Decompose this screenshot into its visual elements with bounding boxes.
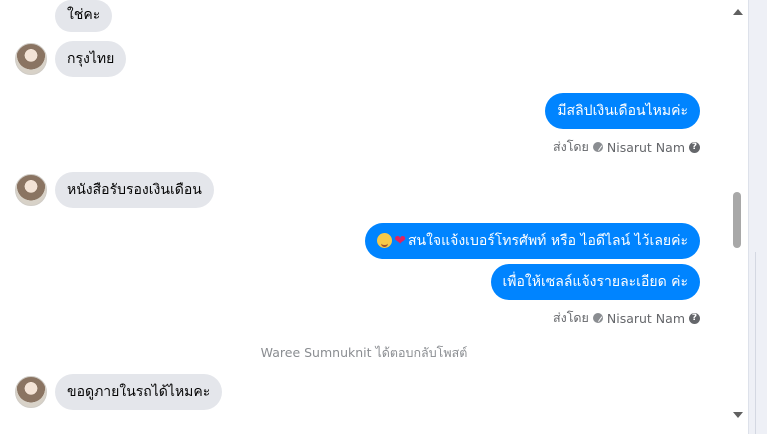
divider [755,252,756,434]
sent-by-prefix: ส่งโดย [552,139,589,154]
incoming-message: หนังสือรับรองเงินเดือน [15,172,214,208]
outgoing-message: ❤ สนใจแจ้งเบอร์โทรศัพท์ หรือ ไอดีไลน์ ไว้… [365,223,700,259]
sent-by-line: ส่งโดย Nisarut Nam ? [553,137,700,157]
smiling-face-with-hearts-icon [377,233,393,248]
reply-notice: Waree Sumnuknit ได้ตอบกลับโพสต์ [260,345,468,360]
incoming-message: ขอดูภายในรถได้ไหมคะ [15,374,223,410]
check-circle-icon [592,313,603,323]
scrollbar-thumb[interactable] [733,192,741,248]
incoming-message: กรุงไทย [15,41,127,77]
arrow-up-icon[interactable] [733,9,743,15]
sent-by-name[interactable]: Nisarut Nam [607,140,685,155]
chat-thread: ใช่คะ กรุงไทย มีสลิปเงินเดือนไหมค่ะ ส่งโ… [0,0,728,434]
avatar[interactable] [15,376,47,408]
outgoing-message: มีสลิปเงินเดือนไหมค่ะ [545,93,700,129]
sent-by-prefix: ส่งโดย [552,310,589,325]
sent-by-line: ส่งโดย Nisarut Nam ? [553,308,700,328]
check-circle-icon [592,142,603,152]
question-circle-icon[interactable]: ? [689,141,700,153]
message-bubble[interactable]: ใช่คะ [55,0,113,32]
avatar[interactable] [15,174,47,206]
question-circle-icon[interactable]: ? [689,312,700,324]
avatar[interactable] [15,43,47,75]
sent-by-name[interactable]: Nisarut Nam [607,311,685,326]
arrow-down-icon[interactable] [733,412,743,418]
message-bubble[interactable]: มีสลิปเงินเดือนไหมค่ะ [545,93,700,129]
message-bubble[interactable]: กรุงไทย [55,41,127,77]
message-bubble[interactable]: หนังสือรับรองเงินเดือน [55,172,214,208]
outgoing-message: เพื่อให้เซลล์แจ้งรายละเอียด ค่ะ [490,264,700,300]
side-panel-edge [748,0,767,434]
message-text: สนใจแจ้งเบอร์โทรศัพท์ หรือ ไอดีไลน์ ไว้เ… [407,233,688,249]
message-bubble[interactable]: เพื่อให้เซลล์แจ้งรายละเอียด ค่ะ [490,264,700,300]
message-bubble[interactable]: ❤ สนใจแจ้งเบอร์โทรศัพท์ หรือ ไอดีไลน์ ไว้… [365,223,700,259]
heart-icon: ❤ [394,233,406,249]
incoming-message: ใช่คะ [47,0,113,32]
scrollbar[interactable] [728,0,748,434]
message-bubble[interactable]: ขอดูภายในรถได้ไหมคะ [55,374,223,410]
